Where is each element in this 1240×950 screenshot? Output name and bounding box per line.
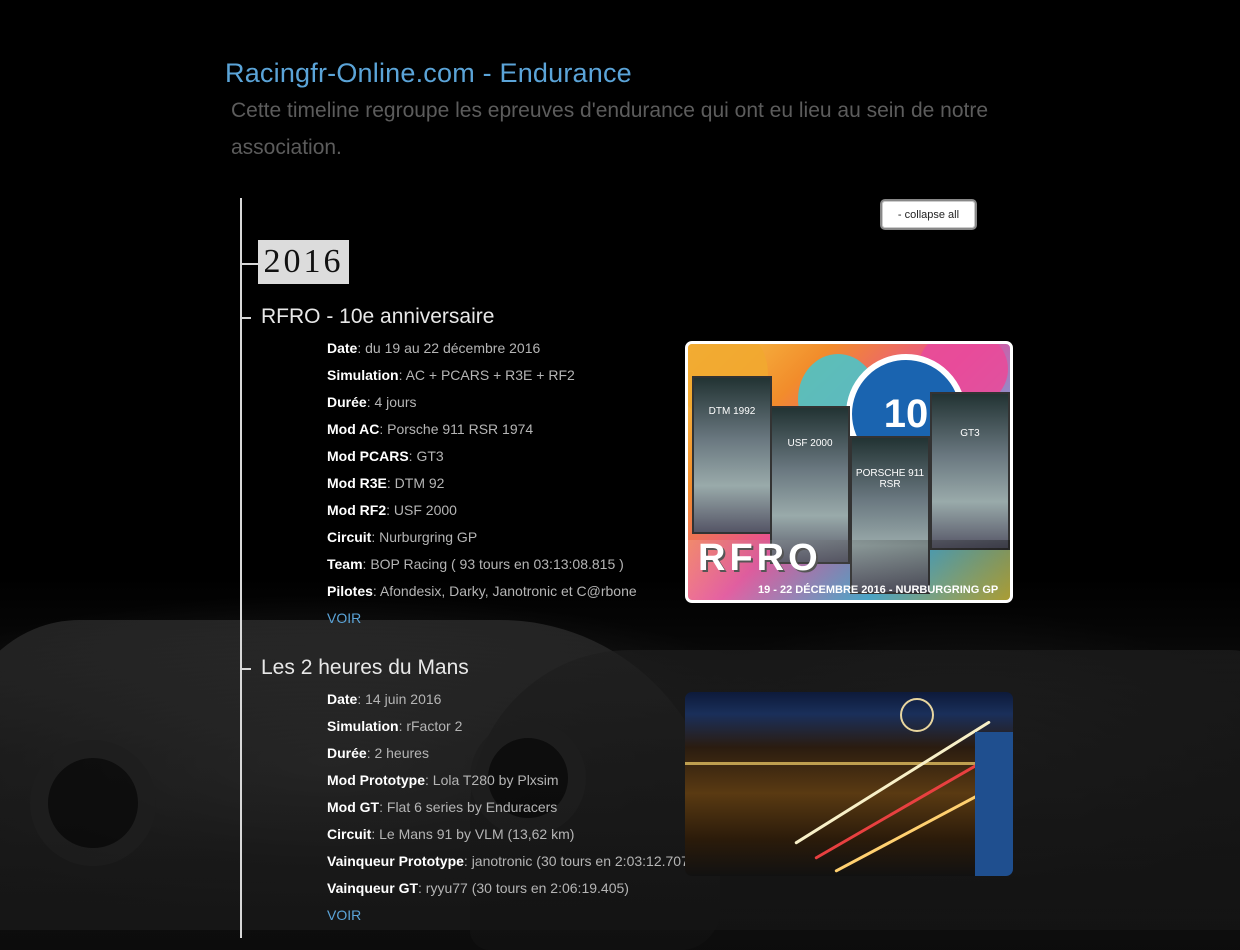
page-content: Racingfr-Online.com - Endurance Cette ti… [0,0,1240,938]
detail-label: Durée [327,745,367,761]
sim-card-label: USF 2000 [787,438,833,449]
detail-value: : GT3 [408,448,444,464]
detail-value: : rFactor 2 [398,718,463,734]
intro-text: Cette timeline regroupe les epreuves d'e… [231,99,989,159]
detail-value: : USF 2000 [386,502,457,518]
rfro-logo-text: RFRO [698,537,822,579]
page-title: Racingfr-Online.com - Endurance [225,58,632,88]
detail-value: : Porsche 911 RSR 1974 [379,421,534,437]
voir-link[interactable]: VOIR [327,605,637,632]
detail-row: Durée: 2 heures [327,740,694,767]
detail-value: : 14 juin 2016 [357,691,442,707]
sim-card-label: PORSCHE 911 RSR [855,468,925,490]
event-title[interactable]: Les 2 heures du Mans [261,656,469,680]
image-caption: 19 - 22 DÉCEMBRE 2016 - NURBURGRING GP [758,584,999,596]
detail-value: : 2 heures [366,745,429,761]
detail-label: Circuit [327,529,372,545]
detail-row: Mod PCARS: GT3 [327,443,637,470]
detail-value: : ryyu77 (30 tours en 2:06:19.405) [418,880,629,896]
detail-label: Simulation [327,718,399,734]
detail-row: Mod RF2: USF 2000 [327,497,637,524]
year-label[interactable]: 2016 [258,240,349,284]
event-image-le-mans-night[interactable] [685,692,1013,876]
collapse-all-button[interactable]: - collapse all [880,199,977,230]
detail-label: Mod Prototype [327,772,425,788]
timeline-tick [242,263,259,265]
sim-card: GT3 [930,392,1010,550]
detail-row: Date: 14 juin 2016 [327,686,694,713]
detail-value: : Nurburgring GP [371,529,478,545]
detail-row: Team: BOP Racing ( 93 tours en 03:13:08.… [327,551,637,578]
detail-value: : BOP Racing ( 93 tours en 03:13:08.815 … [362,556,624,572]
detail-label: Circuit [327,826,372,842]
detail-label: Mod PCARS [327,448,409,464]
detail-label: Date [327,691,358,707]
detail-value: : janotronic (30 tours en 2:03:12.707) [463,853,694,869]
event-details: Date: 14 juin 2016 Simulation: rFactor 2… [327,686,694,929]
detail-label: Vainqueur Prototype [327,853,464,869]
detail-row: Mod R3E: DTM 92 [327,470,637,497]
detail-value: : Flat 6 series by Enduracers [379,799,558,815]
detail-label: Mod GT [327,799,380,815]
detail-row: Circuit: Le Mans 91 by VLM (13,62 km) [327,821,694,848]
sim-card-label: DTM 1992 [708,406,756,417]
detail-label: Mod AC [327,421,380,437]
timeline-line [240,198,242,938]
detail-value: : DTM 92 [386,475,445,491]
detail-row: Vainqueur GT: ryyu77 (30 tours en 2:06:1… [327,875,694,902]
detail-row: Simulation: rFactor 2 [327,713,694,740]
detail-row: Circuit: Nurburgring GP [327,524,637,551]
detail-row: Durée: 4 jours [327,389,637,416]
detail-row: Mod Prototype: Lola T280 by Plxsim [327,767,694,794]
event-image-rfro-10-years[interactable]: 10 DTM 1992 USF 2000 PORSCHE 911 RSR GT3… [685,341,1013,603]
detail-row: Date: du 19 au 22 décembre 2016 [327,335,637,362]
detail-label: Mod R3E [327,475,387,491]
timeline-tick [242,317,251,319]
voir-link[interactable]: VOIR [327,902,694,929]
detail-value: : 4 jours [366,394,417,410]
grandstand [975,732,1013,876]
detail-row: Vainqueur Prototype: janotronic (30 tour… [327,848,694,875]
detail-label: Mod RF2 [327,502,387,518]
event-title[interactable]: RFRO - 10e anniversaire [261,305,494,329]
detail-value: : du 19 au 22 décembre 2016 [357,340,541,356]
detail-label: Vainqueur GT [327,880,419,896]
sim-card: DTM 1992 [692,376,772,534]
event-details: Date: du 19 au 22 décembre 2016 Simulati… [327,335,637,632]
detail-value: : Le Mans 91 by VLM (13,62 km) [371,826,575,842]
detail-row: Pilotes: Afondesix, Darky, Janotronic et… [327,578,637,605]
detail-value: : Lola T280 by Plxsim [425,772,559,788]
detail-row: Simulation: AC + PCARS + R3E + RF2 [327,362,637,389]
detail-value: : Afondesix, Darky, Janotronic et C@rbon… [372,583,637,599]
timeline-tick [242,668,251,670]
detail-row: Mod AC: Porsche 911 RSR 1974 [327,416,637,443]
detail-value: : AC + PCARS + R3E + RF2 [398,367,575,383]
detail-label: Pilotes [327,583,373,599]
detail-label: Durée [327,394,367,410]
detail-row: Mod GT: Flat 6 series by Enduracers [327,794,694,821]
ferris-wheel [900,698,934,732]
detail-label: Simulation [327,367,399,383]
sim-card-label: GT3 [960,428,980,439]
detail-label: Date [327,340,358,356]
light-streak [794,720,991,845]
stadium-lights [685,762,1013,765]
detail-label: Team [327,556,363,572]
